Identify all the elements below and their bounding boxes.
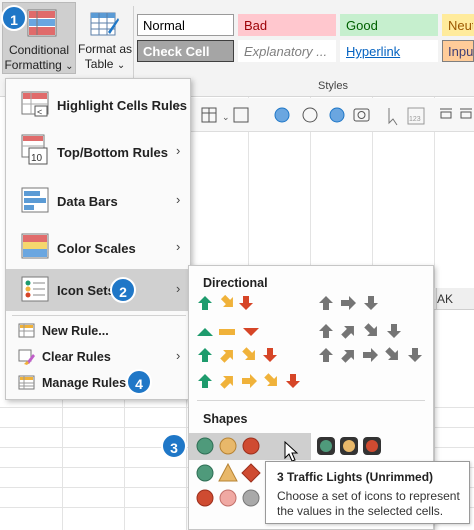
menu-item-highlight-cells-rules[interactable]: < Highlight Cells Rules › xyxy=(6,85,190,125)
toolbar-icons: ⌄ 123 xyxy=(201,107,472,126)
svg-text:10: 10 xyxy=(31,153,43,164)
svg-text:123: 123 xyxy=(409,116,421,123)
tooltip: 3 Traffic Lights (Unrimmed) Choose a set… xyxy=(265,461,470,524)
quick-toolbar: ⌄ 123 xyxy=(190,98,474,132)
menu-item-label: Data Bars xyxy=(57,194,118,209)
new-rule-icon xyxy=(18,323,35,338)
conditional-formatting-label-2: Formatting xyxy=(4,58,62,72)
icon-set-3-traffic-lights-rimmed[interactable] xyxy=(317,437,381,455)
styles-group-label: Styles xyxy=(318,80,348,92)
format-as-table-label-row: Table ⌄ xyxy=(78,57,132,71)
step-badge-1: 1 xyxy=(1,5,27,31)
tooltip-description: Choose a set of icons to represent the v… xyxy=(277,489,460,518)
chevron-down-icon: ⌄ xyxy=(116,60,126,71)
menu-item-label: New Rule... xyxy=(42,324,109,338)
manage-rules-icon xyxy=(18,375,35,390)
style-explanatory[interactable]: Explanatory ... xyxy=(238,40,336,62)
conditional-formatting-label-row: Formatting ⌄ xyxy=(3,58,75,72)
chevron-right-icon: › xyxy=(176,97,181,112)
style-hyperlink[interactable]: Hyperlink xyxy=(340,40,438,62)
icon-set-3-arrows-gray[interactable] xyxy=(319,296,378,310)
menu-item-manage-rules[interactable]: Manage Rules... xyxy=(6,371,190,395)
menu-item-label: Clear Rules xyxy=(42,350,111,364)
menu-item-label: Color Scales xyxy=(57,241,136,256)
menu-item-icon-sets[interactable]: Icon Sets › xyxy=(6,269,190,311)
icon-set-3-triangles[interactable] xyxy=(197,328,259,336)
color-scales-icon xyxy=(21,233,49,259)
menu-item-clear-rules[interactable]: Clear Rules › xyxy=(6,345,190,369)
icon-set-4-arrows-gray[interactable] xyxy=(319,320,401,341)
format-as-table-label-1: Format as xyxy=(78,42,133,56)
chevron-right-icon: › xyxy=(176,281,181,296)
icon-set-5-arrows-gray[interactable] xyxy=(319,344,422,365)
icon-set-3-signs[interactable] xyxy=(196,462,261,483)
mouse-cursor-icon xyxy=(284,441,299,462)
menu-item-label: Icon Sets xyxy=(57,283,115,298)
menu-item-label: Top/Bottom Rules xyxy=(57,145,168,160)
menu-separator xyxy=(12,315,186,316)
svg-text:<: < xyxy=(37,107,42,117)
style-neutral[interactable]: Neut xyxy=(442,14,474,36)
chevron-down-icon: ⌄ xyxy=(65,61,74,72)
highlight-cells-icon: < xyxy=(21,91,49,117)
submenu-separator xyxy=(197,400,425,401)
menu-item-top-bottom-rules[interactable]: 10 Top/Bottom Rules › xyxy=(6,130,190,174)
menu-item-label: Manage Rules... xyxy=(42,376,137,390)
icon-sets-icon xyxy=(21,276,49,302)
format-as-table-label-2: Table xyxy=(84,57,114,71)
style-input[interactable]: Inpu xyxy=(442,40,474,62)
menu-item-color-scales[interactable]: Color Scales › xyxy=(6,225,190,269)
menu-item-label: Highlight Cells Rules xyxy=(57,98,188,113)
step-badge-4: 4 xyxy=(126,369,152,395)
conditional-formatting-label-1: Conditional xyxy=(8,43,70,57)
icon-set-5-arrows-colored[interactable] xyxy=(198,370,300,391)
menu-item-new-rule[interactable]: New Rule... xyxy=(6,319,190,343)
icon-set-3-arrows-colored[interactable] xyxy=(198,292,253,312)
format-as-table-button[interactable]: Format as Table ⌄ xyxy=(78,2,132,74)
format-as-table-icon xyxy=(90,12,119,36)
conditional-formatting-icon xyxy=(27,9,57,37)
directional-section-label: Directional xyxy=(203,276,268,290)
clear-rules-icon xyxy=(18,349,35,365)
svg-text:⌄: ⌄ xyxy=(222,112,230,122)
style-check-cell[interactable]: Check Cell xyxy=(137,40,234,62)
step-badge-2: 2 xyxy=(110,277,136,303)
icon-set-4-arrows-colored[interactable] xyxy=(198,344,277,365)
data-bars-icon xyxy=(21,187,49,213)
directional-icon-sets xyxy=(197,292,422,391)
step-badge-3: 3 xyxy=(161,433,187,459)
chevron-right-icon: › xyxy=(176,348,181,363)
menu-item-data-bars[interactable]: Data Bars › xyxy=(6,179,190,223)
style-normal[interactable]: Normal xyxy=(137,14,234,36)
shapes-section-label: Shapes xyxy=(203,412,248,426)
traffic-lights-unrimmed-icons xyxy=(196,437,260,455)
chevron-right-icon: › xyxy=(176,143,181,158)
style-bad[interactable]: Bad xyxy=(238,14,336,36)
chevron-right-icon: › xyxy=(176,192,181,207)
top-bottom-icon: 10 xyxy=(21,134,48,165)
icon-set-4-traffic-lights[interactable] xyxy=(196,489,260,507)
chevron-right-icon: › xyxy=(176,239,181,254)
column-header-ak[interactable]: AK xyxy=(437,292,453,306)
conditional-formatting-menu: < Highlight Cells Rules › 10 Top/Bottom … xyxy=(5,78,191,400)
style-good[interactable]: Good xyxy=(340,14,438,36)
tooltip-title: 3 Traffic Lights (Unrimmed) xyxy=(277,470,434,484)
